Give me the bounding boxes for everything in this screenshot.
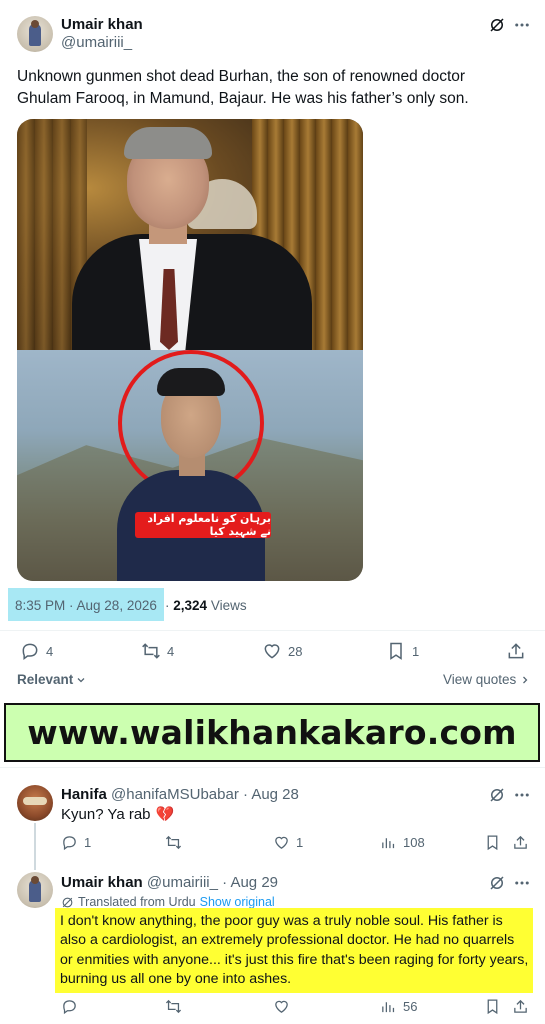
repost-button[interactable] [165,834,182,851]
son-photo: برہان کو نامعلوم افراد نے شہید کیا [17,350,363,581]
share-icon [514,835,527,849]
reply-icon [22,643,38,660]
share-icon [508,643,524,659]
repost-icon [165,999,182,1014]
grok-icon[interactable] [487,15,507,35]
bookmark-button[interactable] [484,834,501,851]
views-icon [382,838,395,849]
reply-avatar-hanifa[interactable] [17,785,53,821]
reply-author-name[interactable]: Hanifa [61,786,107,803]
repost-icon [142,643,160,659]
reply-author-handle[interactable]: @umairiii_ [147,874,218,891]
like-button[interactable]: 1 [273,834,303,851]
post-timestamp[interactable]: 8:35 PM · Aug 28, 2026 [15,598,157,613]
bookmark-button[interactable] [484,998,501,1015]
reply-date[interactable]: · Aug 29 [222,874,278,891]
share-icon [514,999,527,1013]
share-button[interactable] [512,998,529,1015]
like-icon [275,836,288,849]
author-handle[interactable]: @umairiii_ [61,34,132,51]
reply-date[interactable]: · Aug 28 [243,786,299,803]
banner-text: www.walikhankakaro.com [27,713,517,752]
views-button[interactable]: 108 [380,834,425,851]
sort-dropdown[interactable]: Relevant [17,672,87,687]
father-photo [17,119,363,354]
reply-button[interactable]: 1 [61,834,91,851]
website-banner: www.walikhankakaro.com [4,703,540,762]
more-icon[interactable] [512,873,532,893]
more-icon[interactable] [512,785,532,805]
bookmark-icon [390,642,402,660]
repost-button[interactable] [165,998,182,1015]
chevron-down-icon [77,677,85,682]
image-caption: برہان کو نامعلوم افراد نے شہید کیا [135,512,271,538]
broken-heart-emoji: 💔 [155,806,175,823]
share-button[interactable] [512,834,529,851]
reply-icon [63,1000,76,1015]
views-button[interactable]: 56 [380,998,417,1015]
post-text: Unknown gunmen shot dead Burhan, the son… [17,68,469,107]
show-original-link[interactable]: Show original [200,895,275,909]
author-name[interactable]: Umair khan [61,16,143,33]
like-icon [275,1000,288,1013]
translation-row: Translated from Urdu Show original [61,895,275,909]
views-icon [382,1002,395,1013]
view-quotes-link[interactable]: View quotes [443,672,531,687]
reply-author-name[interactable]: Umair khan [61,874,143,891]
bookmark-icon [487,999,498,1015]
grok-icon[interactable] [487,785,507,805]
reply-button[interactable]: 4 [20,641,53,661]
share-button[interactable] [506,641,526,661]
reply-text-2: I don't know anything, the poor guy was … [60,913,529,988]
like-icon [264,644,280,659]
post-image[interactable]: برہان کو نامعلوم افراد نے شہید کیا [17,119,363,581]
chevron-right-icon [523,676,528,683]
reply-avatar-umair[interactable] [17,872,53,908]
reply-text-1: Kyun? Ya rab 💔 [61,805,175,824]
translate-icon [62,897,73,907]
grok-icon[interactable] [487,873,507,893]
bookmark-button[interactable]: 1 [386,641,419,661]
repost-button[interactable]: 4 [141,641,174,661]
bookmark-icon [487,835,498,851]
more-icon[interactable] [512,15,532,35]
like-button[interactable]: 28 [262,641,302,661]
like-button[interactable] [273,998,290,1015]
reply-header-1: Hanifa @hanifaMSUbabar · Aug 28 [61,786,299,803]
thread-line [34,823,36,870]
repost-icon [165,835,182,850]
author-avatar[interactable] [17,16,53,52]
views-count: · 2,324 Views [165,598,247,613]
reply-button[interactable] [61,998,78,1015]
reply-icon [63,836,76,851]
reply-author-handle[interactable]: @hanifaMSUbabar [111,786,239,803]
reply-header-2: Umair khan @umairiii_ · Aug 29 [61,874,278,891]
